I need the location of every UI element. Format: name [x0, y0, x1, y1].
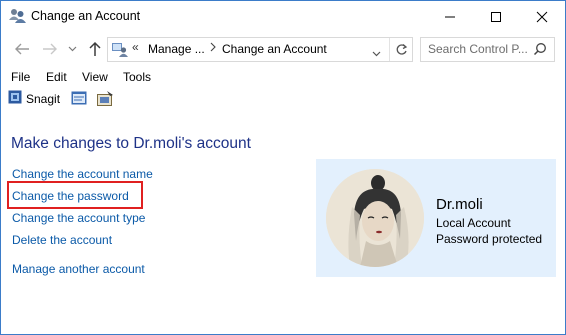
avatar[interactable] — [326, 169, 424, 267]
snagit-label: Snagit — [26, 91, 61, 106]
address-bar[interactable]: « Manage ... Change an Account — [107, 37, 413, 62]
password-status: Password protected — [436, 232, 543, 246]
navigation-bar: « Manage ... Change an Account Search Co… — [1, 34, 565, 64]
address-history-icon[interactable] — [372, 44, 381, 62]
search-box[interactable]: Search Control P... — [420, 37, 555, 62]
menu-view[interactable]: View — [82, 70, 108, 84]
up-button[interactable] — [85, 38, 105, 60]
menu-file[interactable]: File — [11, 70, 30, 84]
back-button[interactable] — [11, 38, 33, 60]
maximize-button[interactable] — [473, 1, 519, 32]
highlight-annotation — [7, 181, 143, 209]
account-card: Dr.moli Local Account Password protected — [316, 159, 556, 277]
recent-locations-button[interactable] — [65, 38, 79, 60]
user-accounts-icon — [9, 8, 26, 24]
page-title: Make changes to Dr.moli's account — [11, 135, 251, 152]
forward-arrow-icon — [43, 43, 57, 55]
chevron-down-icon — [68, 46, 76, 52]
control-panel-icon — [111, 41, 129, 57]
forward-button[interactable] — [39, 38, 61, 60]
menu-edit[interactable]: Edit — [46, 70, 67, 84]
refresh-button[interactable] — [389, 38, 412, 61]
change-account-name-link[interactable]: Change the account name — [12, 167, 153, 181]
delete-account-link[interactable]: Delete the account — [12, 233, 112, 247]
refresh-icon — [396, 44, 407, 55]
menu-tools[interactable]: Tools — [123, 70, 151, 84]
menu-bar: File Edit View Tools — [1, 67, 565, 87]
account-type: Local Account — [436, 216, 511, 230]
up-arrow-icon — [89, 41, 101, 56]
control-panel-window: Change an Account « Manage ... Change an… — [0, 0, 566, 335]
snagit-capture-window-icon[interactable] — [71, 90, 89, 107]
breadcrumb-manage[interactable]: Manage ... — [148, 42, 205, 56]
snagit-toolbar: Snagit — [1, 88, 565, 110]
back-arrow-icon — [15, 43, 29, 55]
change-account-type-link[interactable]: Change the account type — [12, 211, 145, 225]
snagit-button[interactable]: Snagit — [8, 90, 60, 107]
breadcrumb-change-account[interactable]: Change an Account — [222, 42, 327, 56]
breadcrumb-separator-icon[interactable] — [210, 41, 216, 55]
window-title: Change an Account — [31, 9, 141, 23]
title-bar[interactable]: Change an Account — [1, 1, 565, 32]
snagit-editor-icon[interactable] — [97, 90, 115, 107]
minimize-icon — [445, 16, 455, 17]
address-overflow-marker[interactable]: « — [132, 40, 139, 54]
search-placeholder[interactable]: Search Control P... — [428, 42, 528, 56]
search-icon[interactable] — [533, 42, 547, 61]
snagit-icon — [8, 90, 22, 107]
close-icon — [536, 11, 548, 22]
maximize-icon — [491, 11, 501, 22]
manage-another-account-link[interactable]: Manage another account — [12, 262, 145, 276]
account-name: Dr.moli — [436, 196, 483, 213]
close-button[interactable] — [519, 1, 565, 32]
minimize-button[interactable] — [427, 1, 473, 32]
